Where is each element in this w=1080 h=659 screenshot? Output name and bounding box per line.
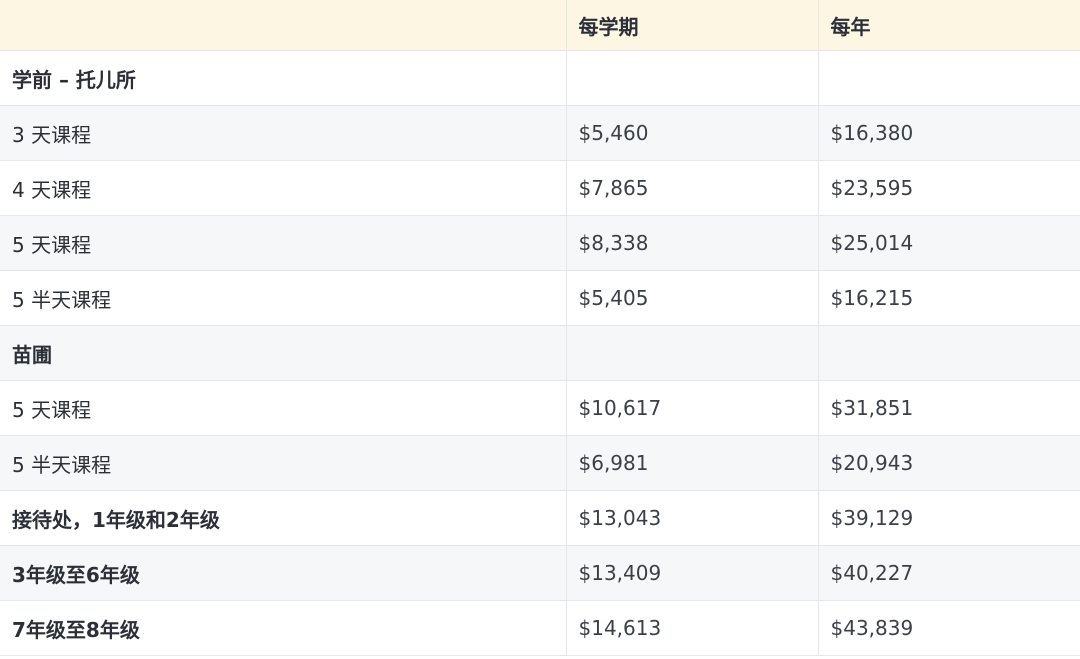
tuition-table: 每学期 每年 学前 – 托儿所 3 天课程 $5,460 $16,380 4 天… <box>0 0 1080 656</box>
header-per-year: 每年 <box>818 0 1080 51</box>
table-row: 苗圃 <box>0 325 1080 381</box>
row-per-year: $16,215 <box>818 270 1080 326</box>
row-per-year: $39,129 <box>818 490 1080 546</box>
row-per-year: $25,014 <box>818 215 1080 271</box>
row-per-year: $20,943 <box>818 435 1080 491</box>
row-per-term: $8,338 <box>566 215 819 271</box>
row-per-term: $7,865 <box>566 160 819 216</box>
row-per-year: $23,595 <box>818 160 1080 216</box>
header-label-cell <box>0 0 567 51</box>
row-label: 4 天课程 <box>0 160 567 216</box>
table-row: 3 天课程 $5,460 $16,380 <box>0 105 1080 161</box>
row-label: 5 天课程 <box>0 215 567 271</box>
table-row: 7年级至8年级 $14,613 $43,839 <box>0 600 1080 656</box>
table-row: 4 天课程 $7,865 $23,595 <box>0 160 1080 216</box>
row-per-year: $16,380 <box>818 105 1080 161</box>
table-row: 5 半天课程 $5,405 $16,215 <box>0 270 1080 326</box>
header-row: 每学期 每年 <box>0 0 1080 51</box>
row-per-term: $10,617 <box>566 380 819 436</box>
table-row: 学前 – 托儿所 <box>0 50 1080 106</box>
row-per-term: $5,405 <box>566 270 819 326</box>
table-row: 5 半天课程 $6,981 $20,943 <box>0 435 1080 491</box>
row-per-term: $13,409 <box>566 545 819 601</box>
row-per-term <box>566 325 819 381</box>
row-label: 5 半天课程 <box>0 435 567 491</box>
row-label: 3年级至6年级 <box>0 545 567 601</box>
row-per-term <box>566 50 819 106</box>
row-label: 3 天课程 <box>0 105 567 161</box>
table-row: 3年级至6年级 $13,409 $40,227 <box>0 545 1080 601</box>
table-body: 学前 – 托儿所 3 天课程 $5,460 $16,380 4 天课程 $7,8… <box>0 50 1080 656</box>
row-label: 7年级至8年级 <box>0 600 567 656</box>
row-per-year <box>818 50 1080 106</box>
header-per-term: 每学期 <box>566 0 819 51</box>
row-per-year: $43,839 <box>818 600 1080 656</box>
row-per-term: $14,613 <box>566 600 819 656</box>
row-label: 5 天课程 <box>0 380 567 436</box>
row-per-year <box>818 325 1080 381</box>
row-per-year: $31,851 <box>818 380 1080 436</box>
row-label: 5 半天课程 <box>0 270 567 326</box>
row-label: 学前 – 托儿所 <box>0 50 567 106</box>
row-label: 接待处，1年级和2年级 <box>0 490 567 546</box>
row-per-term: $6,981 <box>566 435 819 491</box>
row-label: 苗圃 <box>0 325 567 381</box>
table-row: 5 天课程 $10,617 $31,851 <box>0 380 1080 436</box>
row-per-year: $40,227 <box>818 545 1080 601</box>
row-per-term: $13,043 <box>566 490 819 546</box>
row-per-term: $5,460 <box>566 105 819 161</box>
table-header: 每学期 每年 <box>0 0 1080 51</box>
table-row: 5 天课程 $8,338 $25,014 <box>0 215 1080 271</box>
table-row: 接待处，1年级和2年级 $13,043 $39,129 <box>0 490 1080 546</box>
